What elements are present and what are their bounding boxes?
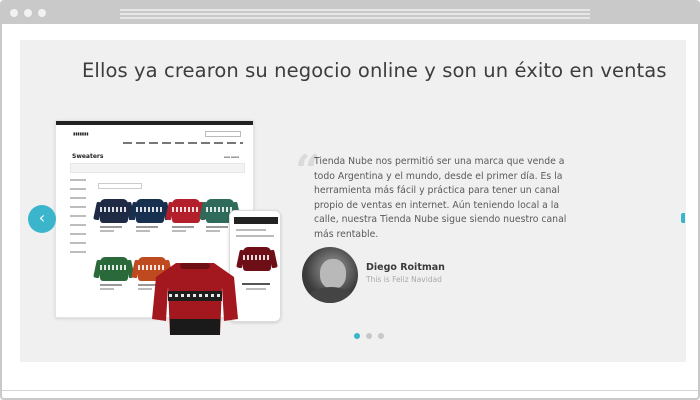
- sweater-image: [100, 257, 128, 281]
- section-headline: Ellos ya crearon su negocio online y son…: [82, 59, 667, 82]
- store-breadcrumb: ▪▪▪ ▪▪▪▪: [223, 155, 239, 159]
- sweater-image: [243, 247, 271, 271]
- carousel-prev-button[interactable]: ‹: [28, 205, 56, 233]
- author-avatar: [302, 247, 358, 303]
- carousel-dot-3[interactable]: [378, 333, 384, 339]
- address-bar-line: [120, 9, 590, 11]
- sweater-image: [136, 199, 164, 223]
- store-topbar: [56, 121, 253, 125]
- product-card: [100, 257, 128, 290]
- store-search-box: [205, 131, 241, 137]
- store-nav: [123, 142, 243, 144]
- store-logo: ▮▮▮▮▮▮▮: [73, 131, 89, 136]
- featured-sweater-image: [152, 263, 238, 335]
- chevron-left-icon: ‹: [38, 208, 46, 227]
- window-bottom-divider: [2, 390, 698, 391]
- window-control-dot[interactable]: [10, 9, 18, 17]
- product-card: [100, 199, 128, 232]
- address-bar-line: [120, 13, 590, 15]
- mobile-store-header: [234, 217, 278, 224]
- product-card: [136, 199, 164, 232]
- store-filter-sidebar: [70, 179, 86, 259]
- carousel-dot-1[interactable]: [354, 333, 360, 339]
- store-info-bar: [70, 163, 245, 173]
- address-bar-line: [120, 17, 590, 19]
- browser-titlebar: [2, 2, 698, 24]
- window-control-dot[interactable]: [38, 9, 46, 17]
- product-card: [172, 199, 200, 232]
- window-control-dot[interactable]: [24, 9, 32, 17]
- browser-window: Ellos ya crearon su negocio online y son…: [0, 0, 700, 400]
- store-sort-select: [98, 183, 142, 189]
- testimonial-quote: Tienda Nube nos permitió ser una marca q…: [314, 156, 567, 240]
- store-category-title: Sweaters: [72, 153, 104, 160]
- sweater-image: [172, 199, 200, 223]
- author-company: This is Feliz Navidad: [366, 275, 442, 284]
- author-name: Diego Roitman: [366, 262, 445, 273]
- carousel-next-button[interactable]: [681, 213, 685, 223]
- sweater-image: [100, 199, 128, 223]
- carousel-dot-2[interactable]: [366, 333, 372, 339]
